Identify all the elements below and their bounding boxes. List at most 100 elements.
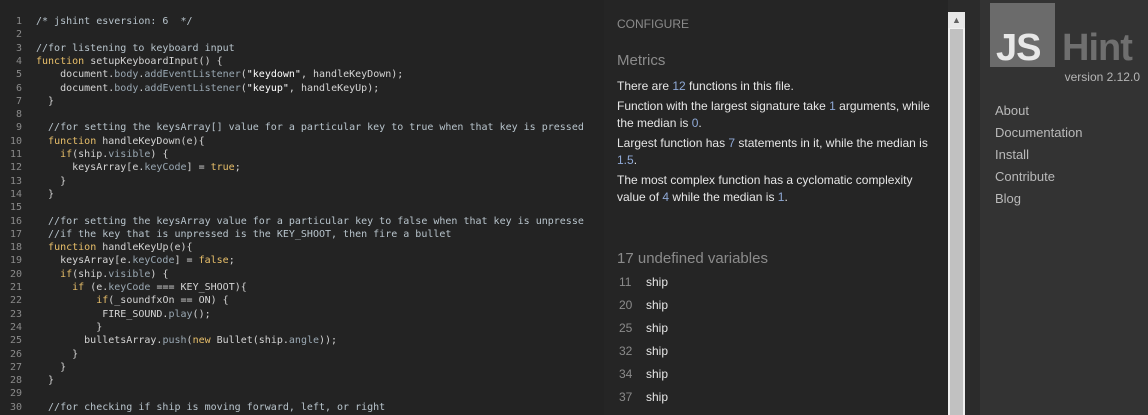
line-number: 9	[15, 122, 22, 134]
code-token: bulletsArray.	[36, 335, 163, 347]
code-token: true	[210, 162, 235, 174]
code-token: body	[114, 82, 139, 94]
code-line[interactable]: 20 if(ship.visible) {	[0, 268, 169, 281]
undefined-variable-row[interactable]: 20 ship	[617, 297, 668, 314]
code-line[interactable]: 30 //for checking if ship is moving forw…	[0, 401, 385, 414]
code-token: if	[96, 295, 109, 307]
code-token: function	[48, 242, 97, 254]
code-line[interactable]: 28 }	[0, 374, 54, 387]
report-scrollbar[interactable]: ▲	[948, 12, 965, 415]
undefined-variable-line: 32	[619, 344, 633, 358]
code-token: visible	[108, 149, 151, 160]
nav-documentation[interactable]: Documentation	[995, 125, 1082, 140]
code-token: if	[60, 149, 73, 160]
code-token: //for listening to keyboard input	[36, 42, 235, 54]
code-line[interactable]: 6 document.body.addEventListener("keyup"…	[0, 82, 379, 95]
code-line[interactable]: 7 }	[0, 95, 54, 108]
code-token: keyCode	[144, 162, 187, 174]
line-number: 28	[9, 375, 22, 387]
undefined-variable-row[interactable]: 11 ship	[617, 274, 668, 291]
code-line[interactable]: 19 keysArray[e.keyCode] = false;	[0, 254, 235, 267]
undefined-variable-line: 37	[619, 390, 633, 404]
code-line[interactable]: 8	[0, 108, 36, 121]
undefined-variable-line: 11	[619, 275, 632, 289]
line-number: 21	[9, 282, 22, 293]
code-line[interactable]: 25 bulletsArray.push(new Bullet(ship.ang…	[0, 334, 337, 347]
nav-contribute[interactable]: Contribute	[995, 169, 1055, 184]
line-number: 2	[15, 29, 22, 41]
metric-signature: Function with the largest signature take…	[617, 99, 930, 130]
undefined-variable-row[interactable]: 34 ship	[617, 366, 668, 383]
sidebar: JS Hint version 2.12.0 About Documentati…	[980, 0, 1148, 415]
code-line[interactable]: 12 keysArray[e.keyCode] = true;	[0, 161, 241, 174]
logo-hint-text: Hint	[1062, 27, 1133, 69]
code-editor[interactable]: 1 /* jshint esversion: 6 */ 2 3 //for listen…	[0, 0, 604, 415]
code-line[interactable]: 1 /* jshint esversion: 6 */	[0, 15, 193, 28]
code-token: //for checking if ship is moving forward…	[36, 401, 386, 413]
undefined-variable-row[interactable]: 37 ship	[617, 389, 668, 406]
logo-js-text: JS	[996, 27, 1041, 69]
code-token: === KEY_SHOOT){	[150, 282, 247, 293]
code-token: ;	[234, 162, 241, 174]
line-number: 8	[15, 109, 22, 121]
undefined-variable-line: 34	[619, 367, 633, 381]
nav-blog[interactable]: Blog	[995, 191, 1021, 206]
code-line[interactable]: 5 document.body.addEventListener("keydow…	[0, 68, 403, 81]
code-line[interactable]: 11 if(ship.visible) {	[0, 148, 169, 161]
code-line[interactable]: 26 }	[0, 348, 78, 361]
code-token: ;	[228, 255, 235, 267]
code-line[interactable]: 17 //if the key that is unpressed is the…	[0, 228, 451, 241]
code-token: Bullet(ship.	[210, 335, 289, 347]
code-token: handleKeyUp(e){	[96, 242, 193, 254]
code-token: /* jshint esversion: 6 */	[36, 16, 193, 27]
line-number: 10	[9, 135, 22, 147]
code-line[interactable]: 23 FIRE_SOUND.play();	[0, 308, 211, 321]
undefined-variable-name: ship	[646, 298, 669, 312]
code-line[interactable]: 3 //for listening to keyboard input	[0, 42, 235, 55]
code-token: document.	[36, 69, 115, 81]
code-token: (_soundfxOn == ON) {	[108, 295, 229, 307]
code-token: ));	[319, 335, 338, 347]
code-token: }	[36, 188, 55, 200]
code-line[interactable]: 27 }	[0, 361, 66, 374]
code-line[interactable]: 21 if (e.keyCode === KEY_SHOOT){	[0, 281, 247, 294]
undefined-variable-row[interactable]: 32 ship	[617, 343, 668, 360]
nav-install[interactable]: Install	[995, 147, 1029, 162]
code-token: ] =	[186, 162, 211, 174]
nav-about[interactable]: About	[995, 103, 1029, 118]
undefined-variable-name: ship	[646, 367, 669, 381]
code-line[interactable]: 24 }	[0, 321, 102, 334]
scroll-up-arrow-icon[interactable]: ▲	[948, 12, 965, 28]
code-line[interactable]: 9 //for setting the keysArray[] value fo…	[0, 121, 584, 134]
code-line[interactable]: 2	[0, 28, 36, 41]
undefined-variable-row[interactable]: 25 ship	[617, 320, 668, 337]
code-token: keyCode	[132, 255, 175, 267]
configure-link[interactable]: CONFIGURE	[617, 16, 689, 33]
code-line[interactable]: 29	[0, 387, 36, 400]
line-number: 29	[9, 388, 22, 400]
code-line[interactable]: 18 function handleKeyUp(e){	[0, 241, 193, 254]
code-line[interactable]: 16 //for setting the keysArray value for…	[0, 215, 584, 228]
scroll-thumb[interactable]	[950, 29, 963, 415]
code-line[interactable]: 13 }	[0, 175, 66, 188]
code-token: "keyup"	[246, 82, 289, 94]
code-line[interactable]: 4 function setupKeyboardInput() {	[0, 55, 223, 68]
code-line[interactable]: 22 if(_soundfxOn == ON) {	[0, 294, 229, 307]
line-number: 16	[9, 215, 22, 227]
code-line[interactable]: 10 function handleKeyDown(e){	[0, 135, 205, 148]
metrics-heading: Metrics	[617, 52, 666, 69]
code-token: angle	[288, 335, 320, 347]
code-line[interactable]: 15	[0, 201, 36, 214]
code-token: }	[36, 95, 55, 107]
undefined-variable-name: ship	[646, 390, 669, 404]
code-token: keyCode	[108, 282, 151, 293]
code-token: function	[36, 55, 85, 67]
code-token: (ship.	[72, 149, 109, 160]
code-token: setupKeyboardInput() {	[84, 55, 223, 67]
jshint-logo[interactable]: JS Hint	[990, 3, 1133, 69]
code-line[interactable]: 14 }	[0, 188, 54, 201]
